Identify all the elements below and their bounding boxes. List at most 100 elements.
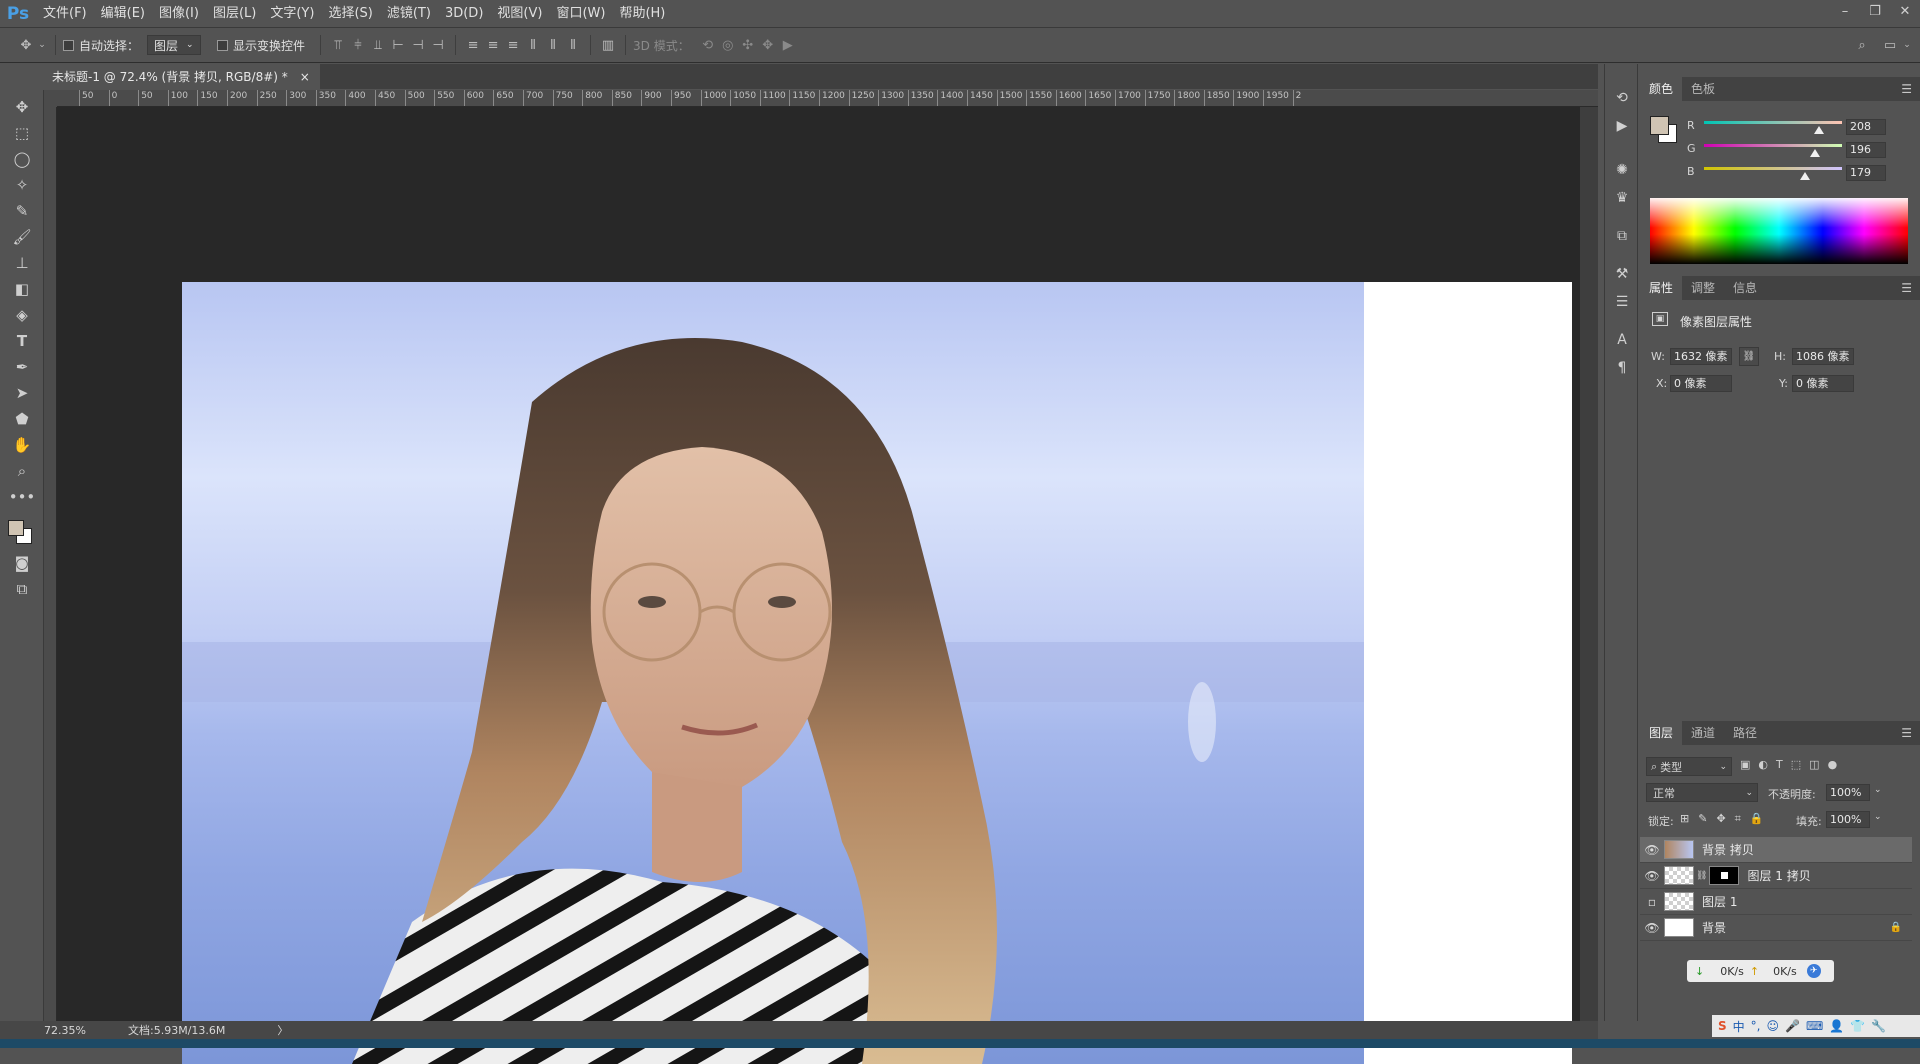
- color-spectrum[interactable]: [1650, 198, 1908, 264]
- menu-window[interactable]: 窗口(W): [549, 0, 612, 27]
- layer-name[interactable]: 图层 1 拷贝: [1747, 867, 1810, 884]
- blend-mode-dropdown[interactable]: 正常 ⌄: [1646, 783, 1758, 802]
- height-field[interactable]: 1086 像素: [1792, 348, 1854, 365]
- eye-icon[interactable]: 👁: [1640, 843, 1664, 857]
- distribute-top-icon[interactable]: ≡: [463, 35, 483, 55]
- layer-filter-dropdown[interactable]: ⌕ 类型 ⌄: [1646, 757, 1732, 776]
- paragraph-icon[interactable]: ¶: [1605, 354, 1639, 382]
- search-icon[interactable]: ⌕: [1852, 35, 1872, 55]
- workspace-icon[interactable]: ▭: [1880, 35, 1900, 55]
- tool-presets-icon[interactable]: ⚒: [1605, 260, 1639, 288]
- distribute-vcenter-icon[interactable]: ≡: [483, 35, 503, 55]
- filter-shape-icon[interactable]: ⬚: [1791, 758, 1801, 771]
- chevron-down-icon[interactable]: ⌄: [1874, 785, 1882, 795]
- g-slider[interactable]: [1704, 144, 1842, 147]
- tab-properties[interactable]: 属性: [1640, 276, 1683, 300]
- document-canvas[interactable]: [182, 282, 1572, 1064]
- chevron-down-icon[interactable]: ⌄: [1900, 35, 1914, 55]
- type-tool-icon[interactable]: T: [0, 328, 44, 354]
- panel-menu-icon[interactable]: ☰: [1901, 726, 1912, 740]
- layer-mask-thumbnail[interactable]: [1709, 866, 1740, 885]
- shape-tool-icon[interactable]: ⬟: [0, 406, 44, 432]
- magic-wand-icon[interactable]: ✧: [0, 172, 44, 198]
- g-slider-thumb[interactable]: [1810, 149, 1820, 157]
- 3d-drag-icon[interactable]: ✣: [738, 35, 758, 55]
- document-tab[interactable]: 未标题-1 @ 72.4% (背景 拷贝, RGB/8#) * ×: [44, 64, 320, 89]
- panel-menu-icon[interactable]: ☰: [1901, 82, 1912, 96]
- layer-row[interactable]: 👁 背景 拷贝: [1640, 837, 1912, 863]
- layer-name[interactable]: 图层 1: [1702, 893, 1737, 910]
- chevron-down-icon[interactable]: ⌄: [1874, 812, 1882, 822]
- menu-edit[interactable]: 编辑(E): [94, 0, 152, 27]
- minimize-icon[interactable]: –: [1830, 0, 1860, 22]
- portrait-photo-layer[interactable]: [182, 282, 1364, 1064]
- clone-source-icon[interactable]: ⧉: [1605, 222, 1639, 250]
- stamp-tool-icon[interactable]: ⊥: [0, 250, 44, 276]
- opacity-field[interactable]: 100%: [1826, 784, 1870, 801]
- hidden-eye-box[interactable]: ▫: [1640, 895, 1664, 909]
- brush-tool-icon[interactable]: 🖌: [0, 224, 44, 250]
- y-field[interactable]: 0 像素: [1792, 375, 1854, 392]
- tab-swatches[interactable]: 色板: [1682, 77, 1724, 101]
- menu-image[interactable]: 图像(I): [152, 0, 206, 27]
- distribute-hcenter-icon[interactable]: ⦀: [543, 35, 563, 55]
- pen-tool-icon[interactable]: ✒: [0, 354, 44, 380]
- distribute-left-icon[interactable]: ⦀: [523, 35, 543, 55]
- distribute-right-icon[interactable]: ⦀: [563, 35, 583, 55]
- filter-pixel-icon[interactable]: ▣: [1740, 758, 1750, 771]
- auto-select-checkbox[interactable]: [63, 39, 74, 51]
- emoji-icon[interactable]: ☺: [1767, 1019, 1780, 1033]
- tab-adjustments[interactable]: 调整: [1682, 276, 1724, 300]
- wrench-icon[interactable]: 🔧: [1871, 1019, 1886, 1033]
- screen-mode-icon[interactable]: ⧉: [0, 576, 44, 602]
- chevron-down-icon[interactable]: ⌄: [36, 35, 48, 55]
- layer-name[interactable]: 背景: [1702, 919, 1726, 936]
- microphone-icon[interactable]: 🎤: [1785, 1019, 1800, 1033]
- align-top-icon[interactable]: ⫪: [328, 35, 348, 55]
- b-value[interactable]: 179: [1846, 165, 1886, 181]
- punctuation-icon[interactable]: °,: [1751, 1019, 1761, 1033]
- history-icon[interactable]: ⟲: [1605, 84, 1639, 112]
- r-slider[interactable]: [1704, 121, 1842, 124]
- character-icon[interactable]: A: [1605, 326, 1639, 354]
- color-foreground-swatch[interactable]: [1650, 116, 1669, 135]
- auto-select-dropdown[interactable]: 图层 ⌄: [147, 35, 202, 55]
- vertical-scrollbar[interactable]: [1580, 107, 1598, 1021]
- layer-name[interactable]: 背景 拷贝: [1702, 841, 1754, 858]
- tab-info[interactable]: 信息: [1724, 276, 1766, 300]
- marquee-tool-icon[interactable]: ⬚: [0, 120, 44, 146]
- menu-type[interactable]: 文字(Y): [263, 0, 321, 27]
- eye-icon[interactable]: 👁: [1640, 869, 1664, 883]
- x-field[interactable]: 0 像素: [1670, 375, 1732, 392]
- lock-artboard-icon[interactable]: ⌗: [1735, 812, 1741, 826]
- r-slider-thumb[interactable]: [1814, 126, 1824, 134]
- path-select-icon[interactable]: ➤: [0, 380, 44, 406]
- 3d-roll-icon[interactable]: ◎: [718, 35, 738, 55]
- move-tool-icon[interactable]: ✥: [16, 35, 36, 55]
- tab-color[interactable]: 颜色: [1640, 77, 1683, 101]
- b-slider-thumb[interactable]: [1800, 172, 1810, 180]
- filter-type-icon[interactable]: T: [1776, 758, 1783, 771]
- brush-settings-icon[interactable]: ✺: [1605, 156, 1639, 184]
- layer-row[interactable]: ▫ 图层 1: [1640, 889, 1912, 915]
- paint-bucket-icon[interactable]: ◈: [0, 302, 44, 328]
- ime-language[interactable]: 中: [1733, 1018, 1745, 1035]
- align-hcenter-icon[interactable]: ⊣: [408, 35, 428, 55]
- eyedropper-icon[interactable]: ✎: [0, 198, 44, 224]
- menu-layer[interactable]: 图层(L): [206, 0, 263, 27]
- align-right-icon[interactable]: ⊣: [428, 35, 448, 55]
- zoom-level[interactable]: 72.35%: [0, 1024, 86, 1037]
- 3d-orbit-icon[interactable]: ⟲: [698, 35, 718, 55]
- fill-field[interactable]: 100%: [1826, 811, 1870, 828]
- link-icon[interactable]: ⛓: [1739, 347, 1759, 366]
- adjust-sliders-icon[interactable]: ☰: [1605, 288, 1639, 316]
- more-tools-icon[interactable]: •••: [0, 484, 44, 510]
- menu-view[interactable]: 视图(V): [490, 0, 549, 27]
- hand-tool-icon[interactable]: ✋: [0, 432, 44, 458]
- user-icon[interactable]: 👤: [1829, 1019, 1844, 1033]
- sogou-logo-icon[interactable]: S: [1718, 1019, 1727, 1033]
- width-field[interactable]: 1632 像素: [1670, 348, 1732, 365]
- 3d-camera-icon[interactable]: ▶: [778, 35, 798, 55]
- lock-all-icon[interactable]: 🔒: [1750, 812, 1764, 826]
- filter-toggle-icon[interactable]: ●: [1828, 758, 1838, 771]
